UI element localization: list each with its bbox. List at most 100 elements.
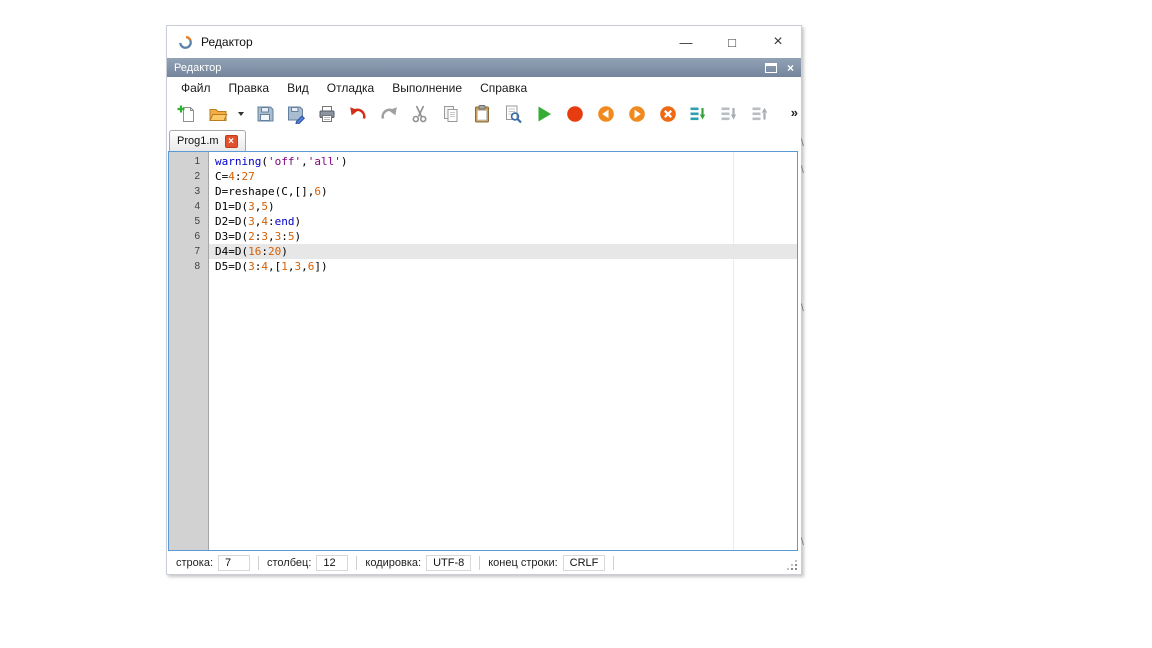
code-line: 3D=reshape(C,[],6) — [169, 184, 797, 199]
toggle-breakpoint-button[interactable] — [561, 101, 588, 127]
menu-help[interactable]: Справка — [471, 79, 536, 97]
window-title: Редактор — [201, 35, 253, 49]
paste-icon — [472, 104, 492, 124]
code-text[interactable]: D=reshape(C,[],6) — [209, 184, 797, 199]
line-number[interactable]: 1 — [169, 154, 209, 169]
status-line: строка:7 — [176, 555, 250, 571]
code-line: 8D5=D(3:4,[1,3,6]) — [169, 259, 797, 274]
menu-bar: ФайлПравкаВидОтладкаВыполнениеСправка — [167, 77, 801, 98]
minimize-button[interactable]: — — [663, 26, 709, 58]
maximize-button[interactable]: □ — [709, 26, 755, 58]
line-number[interactable]: 4 — [169, 199, 209, 214]
open-file-button[interactable] — [204, 101, 231, 127]
line-number[interactable]: 6 — [169, 229, 209, 244]
run-script-button[interactable] — [530, 101, 557, 127]
toolbar: » — [167, 98, 801, 130]
code-line: 7D4=D(16:20) — [169, 244, 797, 259]
previous-breakpoint-button[interactable] — [592, 101, 619, 127]
remove-breakpoints-button[interactable] — [654, 101, 681, 127]
save-file-button[interactable] — [251, 101, 278, 127]
menu-run[interactable]: Выполнение — [383, 79, 471, 97]
print-button[interactable] — [313, 101, 340, 127]
code-text[interactable]: D5=D(3:4,[1,3,6]) — [209, 259, 797, 274]
status-encoding: кодировка: UTF-8 — [365, 555, 471, 571]
desktop: Редактор — □ × Редактор × ФайлПравкаВидО… — [0, 0, 1152, 648]
code-text[interactable]: C=4:27 — [209, 169, 797, 184]
new-script-icon — [177, 104, 197, 124]
code-text[interactable]: D2=D(3,4:end) — [209, 214, 797, 229]
step-in-button[interactable] — [716, 101, 743, 127]
run-script-icon — [534, 104, 554, 124]
next-breakpoint-button[interactable] — [623, 101, 650, 127]
window-edge-tick: \ — [801, 165, 804, 176]
print-icon — [317, 104, 337, 124]
status-encoding-label: кодировка: — [365, 557, 421, 569]
line-number[interactable]: 3 — [169, 184, 209, 199]
undo-button[interactable] — [344, 101, 371, 127]
toolbar-extension-button[interactable]: » — [791, 105, 798, 120]
open-dropdown-button[interactable] — [235, 101, 247, 127]
status-line-value: 7 — [218, 555, 250, 571]
menu-debug[interactable]: Отладка — [318, 79, 383, 97]
code-text[interactable]: D3=D(2:3,3:5) — [209, 229, 797, 244]
menu-edit[interactable]: Правка — [220, 79, 279, 97]
octave-logo-icon — [178, 35, 193, 50]
save-file-icon — [255, 104, 275, 124]
step-icon — [689, 104, 709, 124]
status-separator — [356, 556, 357, 570]
code-line: 2C=4:27 — [169, 169, 797, 184]
code-text[interactable]: D4=D(16:20) — [209, 244, 797, 259]
tab-close-icon[interactable]: × — [225, 135, 238, 148]
cut-button[interactable] — [406, 101, 433, 127]
code-lines[interactable]: 1warning('off','all')2C=4:273D=reshape(C… — [169, 152, 797, 274]
code-line: 1warning('off','all') — [169, 154, 797, 169]
find-replace-button[interactable] — [499, 101, 526, 127]
find-replace-icon — [503, 104, 523, 124]
undock-icon[interactable] — [765, 63, 777, 73]
editor-area[interactable]: 1warning('off','all')2C=4:273D=reshape(C… — [168, 151, 798, 551]
dock-close-icon[interactable]: × — [787, 62, 794, 74]
previous-breakpoint-icon — [596, 104, 616, 124]
line-number[interactable]: 2 — [169, 169, 209, 184]
dock-titlebar[interactable]: Редактор × — [167, 58, 801, 77]
line-number[interactable]: 5 — [169, 214, 209, 229]
redo-button[interactable] — [375, 101, 402, 127]
window-edge-tick: \ — [801, 537, 804, 548]
toggle-breakpoint-icon — [565, 104, 585, 124]
code-line: 4D1=D(3,5) — [169, 199, 797, 214]
paste-button[interactable] — [468, 101, 495, 127]
status-fields: строка:7столбец:12кодировка:UTF-8конец с… — [176, 555, 622, 571]
tab-label: Prog1.m — [177, 135, 219, 147]
step-out-button[interactable] — [747, 101, 774, 127]
status-separator — [258, 556, 259, 570]
open-file-icon — [208, 104, 228, 124]
status-column-value: 12 — [316, 555, 348, 571]
menu-view[interactable]: Вид — [278, 79, 318, 97]
window-edge-tick: \ — [801, 303, 804, 314]
dock-title: Редактор — [174, 62, 221, 74]
step-button[interactable] — [685, 101, 712, 127]
copy-button[interactable] — [437, 101, 464, 127]
menu-file[interactable]: Файл — [172, 79, 220, 97]
status-bar: строка:7столбец:12кодировка:UTF-8конец с… — [167, 551, 801, 574]
line-number[interactable]: 7 — [169, 244, 209, 259]
open-dropdown-icon — [237, 104, 245, 124]
window-titlebar[interactable]: Редактор — □ × — [167, 26, 801, 58]
window-edge-tick: \ — [801, 138, 804, 149]
next-breakpoint-icon — [627, 104, 647, 124]
code-text[interactable]: warning('off','all') — [209, 154, 797, 169]
code-line: 5D2=D(3,4:end) — [169, 214, 797, 229]
save-file-as-button[interactable] — [282, 101, 309, 127]
toolbar-buttons — [167, 101, 801, 127]
code-text[interactable]: D1=D(3,5) — [209, 199, 797, 214]
close-button[interactable]: × — [755, 26, 801, 58]
line-number[interactable]: 8 — [169, 259, 209, 274]
save-file-as-icon — [286, 104, 306, 124]
new-script-button[interactable] — [173, 101, 200, 127]
window-controls: — □ × — [663, 26, 801, 58]
step-in-icon — [720, 104, 740, 124]
tab-prog1-m[interactable]: Prog1.m × — [169, 130, 246, 151]
status-encoding-value: UTF-8 — [426, 555, 471, 571]
resize-grip[interactable] — [787, 560, 798, 571]
redo-icon — [379, 104, 399, 124]
